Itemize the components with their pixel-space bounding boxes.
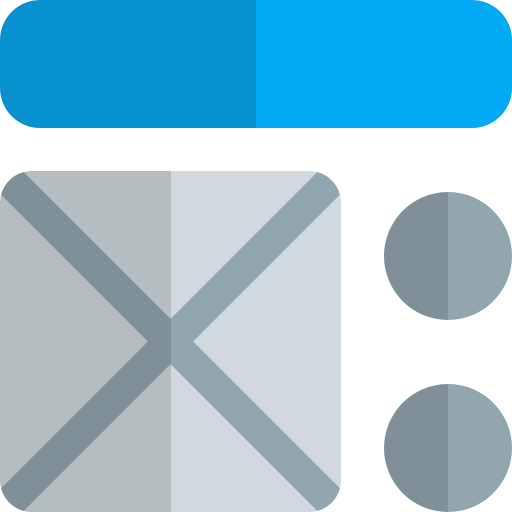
layout-template-icon [0, 0, 512, 512]
layout-template-icon [0, 0, 512, 512]
bottom-dot [384, 384, 512, 512]
top-dot [384, 192, 512, 320]
header-bar [0, 0, 512, 128]
image-placeholder [0, 171, 341, 512]
